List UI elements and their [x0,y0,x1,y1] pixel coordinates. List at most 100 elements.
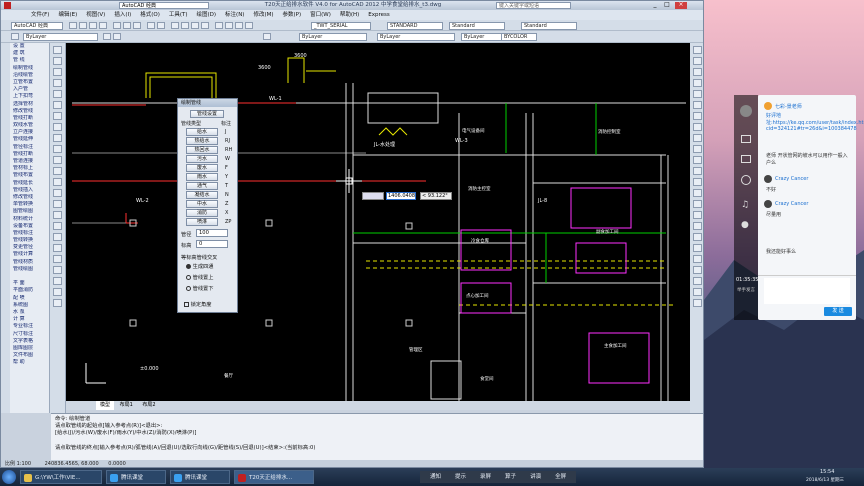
tool-icon[interactable] [53,156,62,164]
new-icon[interactable] [69,22,77,29]
menu-file[interactable]: 文件(F) [31,10,49,20]
pipe-type-button[interactable]: 雨水 [186,173,218,181]
elevation-input[interactable]: 0 [196,240,228,248]
command-prompt[interactable]: 请点取管线的终点[输入参考点(R)/弧管线(A)/回退(U)/选取行向线(G)/… [55,445,701,452]
menu-item[interactable] [10,273,49,280]
pipe-type-button[interactable]: 污水 [186,155,218,163]
task-explorer[interactable]: G:\YW\工作\VIE... [20,470,102,484]
menu-item[interactable]: 帮 助 [10,359,49,366]
menu-item[interactable]: 管线布置 [10,172,49,179]
tool-icon[interactable] [53,101,62,109]
menu-item[interactable]: 管线延长 [10,180,49,187]
menu-item[interactable]: 计 算 [10,316,49,323]
tool-icon[interactable] [693,79,702,87]
pipe-type-button[interactable]: 凝结水 [186,191,218,199]
tool-icon[interactable] [53,255,62,263]
tool-icon[interactable] [53,68,62,76]
pipe-type-button[interactable]: 废水 [186,164,218,172]
menu-item[interactable]: 立户连接 [10,129,49,136]
tab-layout2[interactable]: 布局2 [138,401,159,410]
tool-icon[interactable] [53,178,62,186]
menu-params[interactable]: 参数(P) [283,10,302,20]
pipe-type-button[interactable]: 喷淋 [186,218,218,226]
maximize-button[interactable]: □ [663,2,671,9]
command-line[interactable]: 命令: 绘制管道 请点取管线的起始点[输入参考点(R)]<退出>: [给水(J)… [51,413,703,460]
menu-item[interactable]: 平面消防 [10,287,49,294]
tool-icon[interactable] [693,233,702,241]
tab-model[interactable]: 模型 [96,401,115,410]
dynamic-angle-input[interactable]: < 93.122° [420,192,452,200]
menu-item[interactable]: 管线插入 [10,187,49,194]
menu-item[interactable]: 系统图 [10,302,49,309]
pipe-type-button[interactable]: 中水 [186,200,218,208]
tool-icon[interactable] [693,189,702,197]
plotstyle-select[interactable]: BYCOLOR [501,33,537,41]
menu-item[interactable]: 沿线绘管 [10,72,49,79]
linetype-select[interactable]: ByLayer [377,33,455,41]
search-input[interactable]: 键入关键字或短语 [496,2,571,9]
task-tencent-class[interactable]: 腾讯课堂 [170,470,230,484]
undo-icon[interactable] [147,22,155,29]
tool-icon[interactable] [693,277,702,285]
menu-help[interactable]: 帮助(H) [340,10,359,20]
menu-item[interactable]: 修改管线 [10,194,49,201]
open-icon[interactable] [79,22,87,29]
screen-icon[interactable] [741,135,751,143]
menu-dimension[interactable]: 标注(N) [225,10,244,20]
menu-insert[interactable]: 插入(I) [114,10,131,20]
music-icon[interactable]: ♫ [741,200,751,210]
tool-icon[interactable] [693,288,702,296]
tool-icon[interactable] [693,299,702,307]
menu-view[interactable]: 视图(V) [86,10,105,20]
menu-item[interactable]: 管线计算 [10,251,49,258]
paste-icon[interactable] [133,22,141,29]
menu-item[interactable]: 管材标上 [10,165,49,172]
tool-icon[interactable] [53,189,62,197]
print-icon[interactable] [99,22,107,29]
menu-item[interactable]: 配 喷 [10,295,49,302]
tray-item[interactable]: 提示 [455,471,466,483]
dynamic-length-input[interactable]: 1406.0408 [386,192,416,200]
avatar[interactable] [740,105,752,117]
chat-message[interactable]: 好评地址:https://ke.qq.com/user/task/index.h… [766,113,864,133]
tool-icon[interactable] [53,244,62,252]
tool-icon[interactable] [53,112,62,120]
menu-item[interactable]: 立管布置 [10,79,49,86]
tray-item[interactable]: 全屏 [555,471,566,483]
task-tencent-class[interactable]: 腾讯课堂 [106,470,166,484]
menu-item[interactable]: 管线标注 [10,230,49,237]
menu-tools[interactable]: 工具(T) [169,10,188,20]
layer-select[interactable]: _TWT_SERIAL [311,22,371,30]
menu-item[interactable]: 管 线 [10,57,49,64]
workspace-combo[interactable]: AutoCAD 经典 [119,2,209,9]
menu-item[interactable]: 入户管 [10,86,49,93]
menu-express[interactable]: Express [368,10,389,20]
tool-icon[interactable] [693,156,702,164]
menu-item[interactable]: 管线绘图 [10,266,49,273]
tool-icon[interactable] [53,90,62,98]
diameter-select[interactable]: 100 [196,229,228,237]
menu-item[interactable]: 建 筑 [10,50,49,57]
start-button[interactable] [2,470,16,484]
menu-item[interactable]: 变更管径 [10,244,49,251]
tool-icon[interactable] [693,145,702,153]
scale-readout[interactable]: 比例 1:100 [5,461,31,467]
tool-palette-icon[interactable] [235,22,243,29]
menu-modify[interactable]: 修改(M) [253,10,273,20]
copy-icon[interactable] [123,22,131,29]
make-current-icon[interactable] [103,33,111,40]
minimize-button[interactable]: _ [651,2,659,9]
menu-item[interactable]: 管线转换 [10,237,49,244]
tool-icon[interactable] [693,266,702,274]
tool-icon[interactable] [693,244,702,252]
zoom-window-icon[interactable] [191,22,199,29]
menu-item[interactable]: 管线打断 [10,115,49,122]
option-pipe-above[interactable]: 管线置上 [186,274,213,281]
tool-icon[interactable] [693,46,702,54]
layer-state-select[interactable]: ByLayer [23,33,98,41]
tool-icon[interactable] [53,200,62,208]
tool-icon[interactable] [53,123,62,131]
color-select[interactable]: ByLayer [299,33,367,41]
layer-previous-icon[interactable] [113,33,121,40]
tool-icon[interactable] [693,211,702,219]
